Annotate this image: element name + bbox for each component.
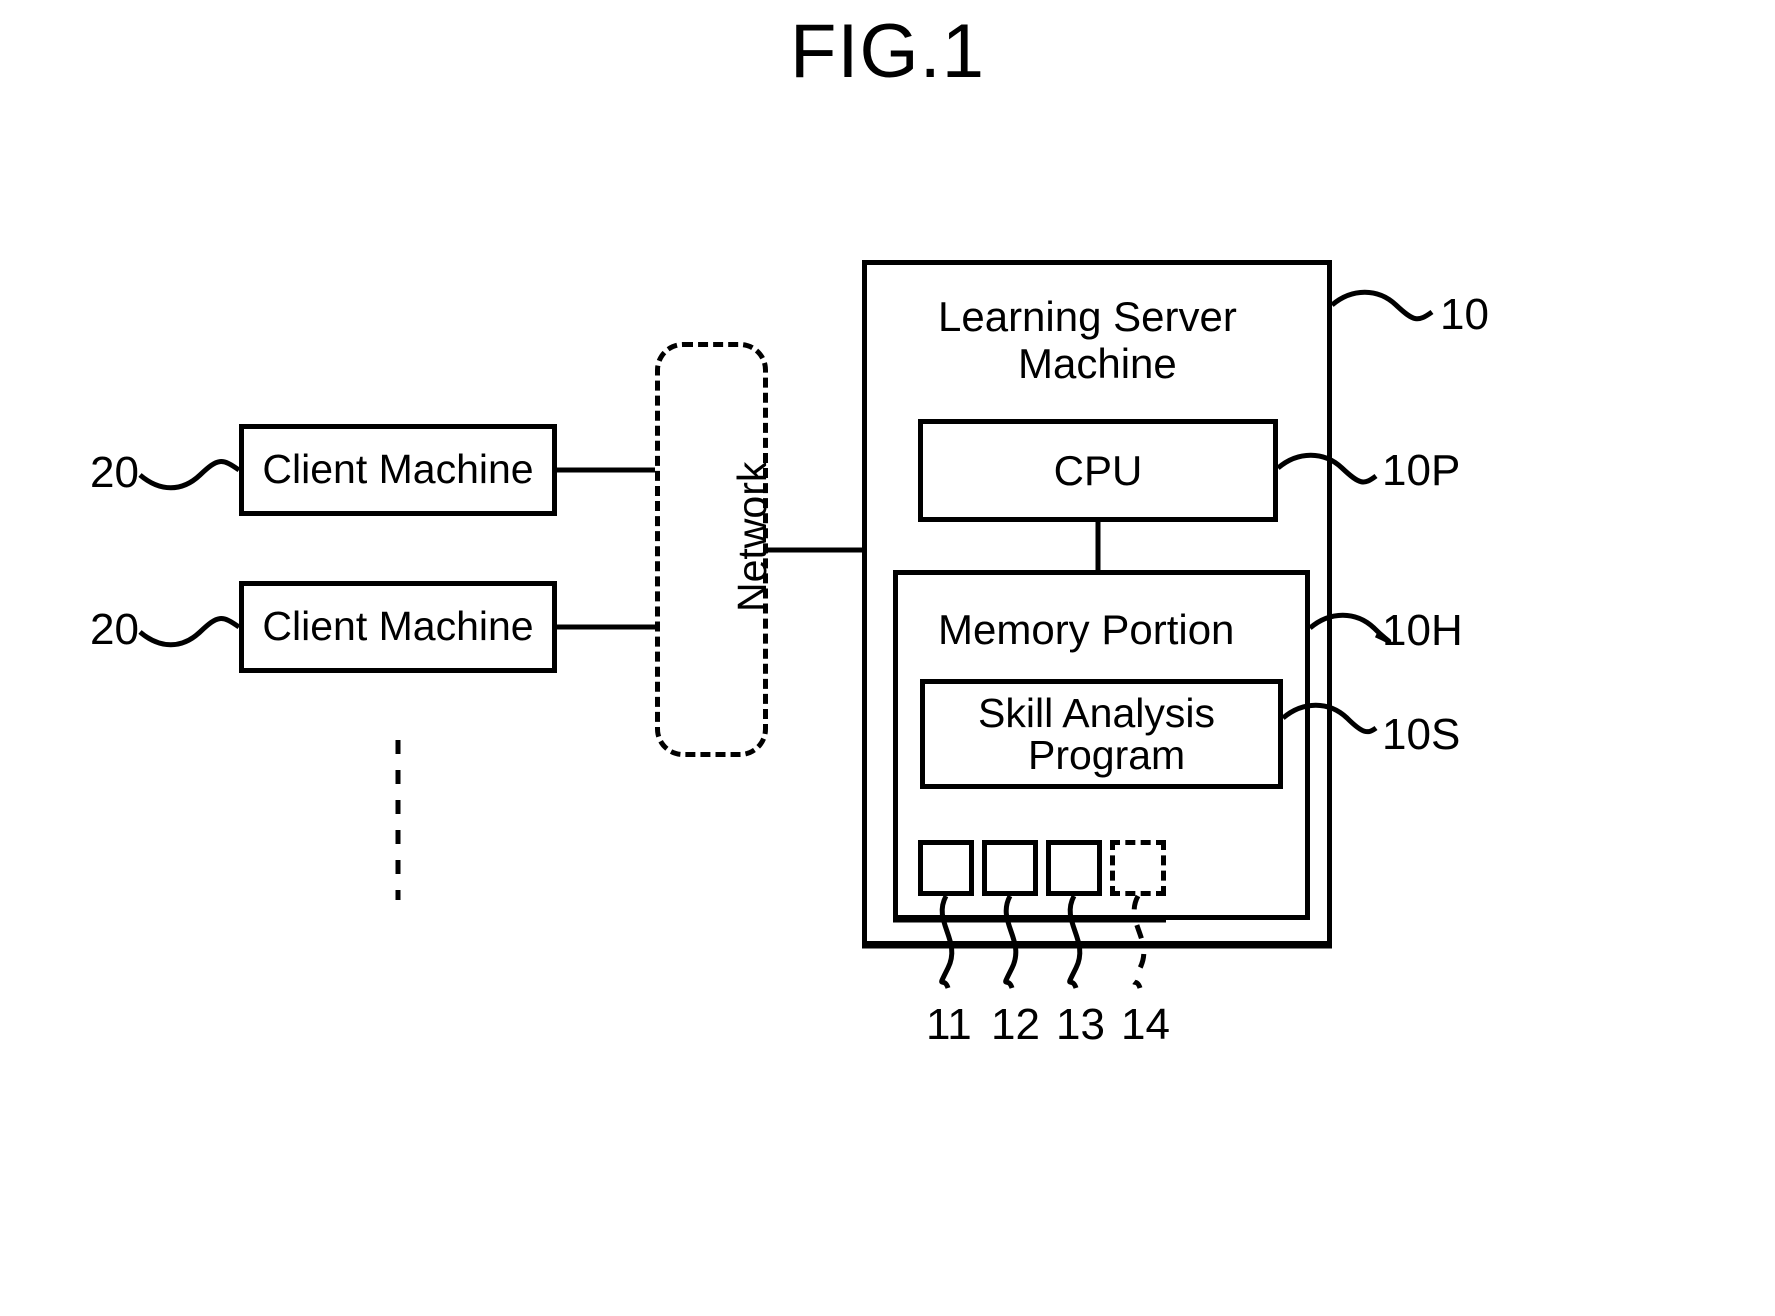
learning-server-machine-title-line2: Machine (1018, 340, 1177, 387)
cpu-label: CPU (1053, 446, 1143, 494)
client-machine-label-2: Client Machine (262, 603, 534, 650)
learning-server-machine-title-line1: Learning Server (938, 293, 1237, 340)
ref-numeral-box-12: 12 (991, 1000, 1040, 1049)
memory-portion-label: Memory Portion (938, 606, 1235, 653)
ref-numeral-program: 10S (1382, 710, 1461, 759)
figure-title: FIG.1 (789, 9, 986, 94)
ref-numeral-client-1: 20 (90, 448, 139, 497)
leader-line-server (1330, 289, 1434, 322)
ref-numeral-server: 10 (1440, 290, 1489, 339)
skill-analysis-program-line1: Skill Analysis (978, 690, 1215, 736)
ref-numeral-box-11: 11 (926, 1000, 972, 1049)
ref-numeral-box-14: 14 (1121, 1000, 1170, 1049)
client-machine-box-2: Client Machine (239, 581, 557, 673)
figure-canvas: FIG.1 Client Machine 20 Client Machine 2… (0, 0, 1775, 1316)
client-machine-box-1: Client Machine (239, 424, 557, 516)
cpu-box: CPU (918, 419, 1278, 522)
data-box-14 (1110, 840, 1166, 896)
ref-numeral-client-2: 20 (90, 605, 139, 654)
leader-line-client-1 (138, 459, 241, 491)
leader-line-client-2 (138, 616, 241, 648)
ref-numeral-box-13: 13 (1056, 1000, 1105, 1049)
data-box-11 (918, 840, 974, 896)
network-label: Network (729, 461, 775, 612)
data-box-13 (1046, 840, 1102, 896)
skill-analysis-program-line2: Program (1028, 732, 1186, 778)
ref-numeral-memory: 10H (1382, 606, 1463, 655)
ref-numeral-cpu: 10P (1382, 446, 1461, 495)
client-machine-label-1: Client Machine (262, 446, 534, 493)
data-box-12 (982, 840, 1038, 896)
